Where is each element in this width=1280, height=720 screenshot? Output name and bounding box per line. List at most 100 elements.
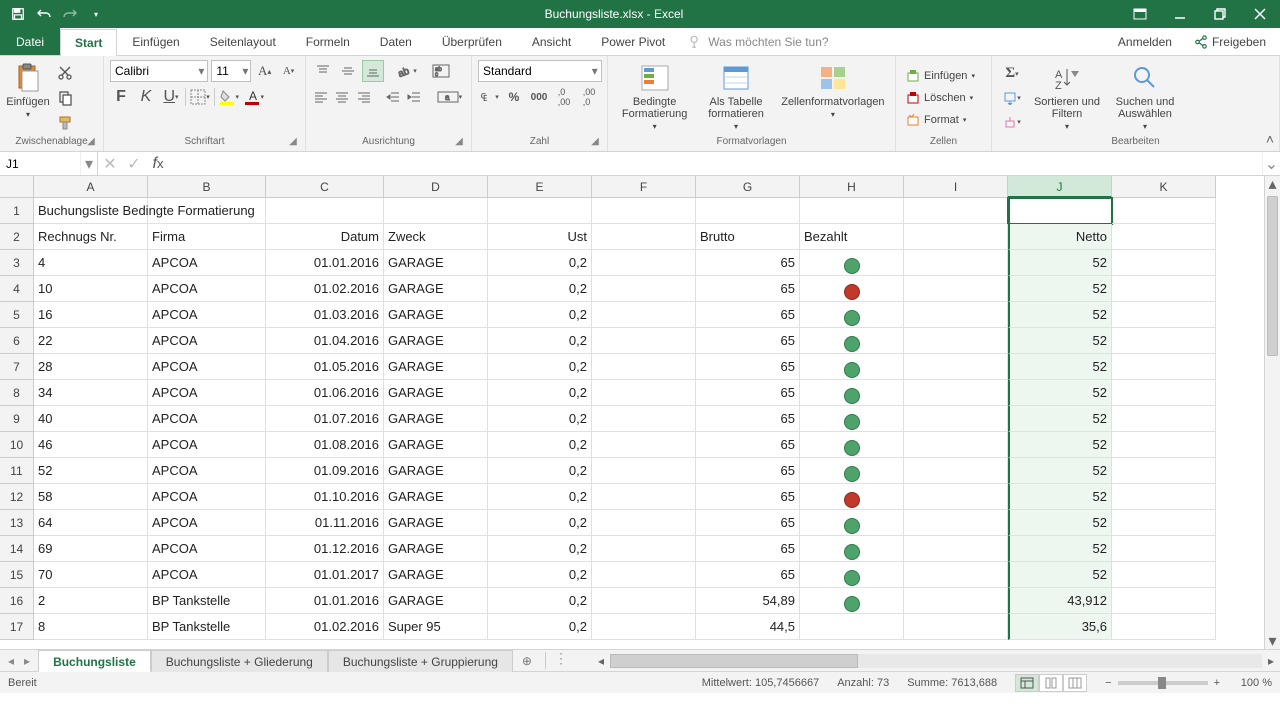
- cell-D7[interactable]: GARAGE: [384, 354, 488, 380]
- cell-I7[interactable]: [904, 354, 1008, 380]
- cell-D3[interactable]: GARAGE: [384, 250, 488, 276]
- cell-E14[interactable]: 0,2: [488, 536, 592, 562]
- ribbon-tab-start[interactable]: Start: [60, 29, 117, 56]
- align-middle-icon[interactable]: [337, 60, 359, 82]
- cell-D5[interactable]: GARAGE: [384, 302, 488, 328]
- column-header-G[interactable]: G: [696, 176, 800, 198]
- ribbon-tab-überprüfen[interactable]: Überprüfen: [427, 28, 517, 55]
- cell-E1[interactable]: [488, 198, 592, 224]
- sign-in-link[interactable]: Anmelden: [1108, 28, 1182, 55]
- align-top-icon[interactable]: [312, 60, 334, 82]
- cell-styles-button[interactable]: Zellenformatvorlagen▾: [777, 60, 889, 135]
- cell-I16[interactable]: [904, 588, 1008, 614]
- cell-E12[interactable]: 0,2: [488, 484, 592, 510]
- tab-scroll-left-icon[interactable]: ◂: [8, 654, 14, 668]
- format-cells-button[interactable]: Format ▾: [902, 110, 979, 130]
- cell-G2[interactable]: Brutto: [696, 224, 800, 250]
- cell-H15[interactable]: [800, 562, 904, 588]
- cell-I9[interactable]: [904, 406, 1008, 432]
- cell-J11[interactable]: 52: [1008, 458, 1112, 484]
- qat-customize-icon[interactable]: ▾: [84, 3, 108, 25]
- italic-icon[interactable]: K: [135, 86, 157, 108]
- cell-C14[interactable]: 01.12.2016: [266, 536, 384, 562]
- column-header-A[interactable]: A: [34, 176, 148, 198]
- cell-B17[interactable]: BP Tankstelle: [148, 614, 266, 640]
- file-tab[interactable]: Datei: [0, 28, 60, 55]
- ribbon-tab-daten[interactable]: Daten: [365, 28, 427, 55]
- cell-F5[interactable]: [592, 302, 696, 328]
- cell-C11[interactable]: 01.09.2016: [266, 458, 384, 484]
- cell-C10[interactable]: 01.08.2016: [266, 432, 384, 458]
- cell-F11[interactable]: [592, 458, 696, 484]
- cell-H4[interactable]: [800, 276, 904, 302]
- cell-H3[interactable]: [800, 250, 904, 276]
- cell-G14[interactable]: 65: [696, 536, 800, 562]
- ribbon-tab-formeln[interactable]: Formeln: [291, 28, 365, 55]
- align-bottom-icon[interactable]: [362, 60, 384, 82]
- ribbon-tab-einfügen[interactable]: Einfügen: [117, 28, 194, 55]
- sort-filter-button[interactable]: AZ Sortieren und Filtern▾: [1030, 60, 1104, 135]
- cell-I11[interactable]: [904, 458, 1008, 484]
- cell-H2[interactable]: Bezahlt: [800, 224, 904, 250]
- increase-indent-icon[interactable]: [405, 86, 423, 108]
- cell-I8[interactable]: [904, 380, 1008, 406]
- cell-I14[interactable]: [904, 536, 1008, 562]
- cell-K5[interactable]: [1112, 302, 1216, 328]
- conditional-formatting-button[interactable]: Bedingte Formatierung▾: [614, 60, 695, 135]
- cell-K14[interactable]: [1112, 536, 1216, 562]
- cell-B1[interactable]: [148, 198, 266, 224]
- fill-icon[interactable]: ▾: [998, 87, 1026, 109]
- cell-G11[interactable]: 65: [696, 458, 800, 484]
- cell-G8[interactable]: 65: [696, 380, 800, 406]
- share-button[interactable]: Freigeben: [1184, 28, 1276, 55]
- column-header-I[interactable]: I: [904, 176, 1008, 198]
- font-size-combo[interactable]: ▾: [211, 60, 251, 82]
- cell-B10[interactable]: APCOA: [148, 432, 266, 458]
- row-header-12[interactable]: 12: [0, 484, 34, 510]
- bold-icon[interactable]: F: [110, 86, 132, 108]
- close-icon[interactable]: [1240, 0, 1280, 28]
- column-header-J[interactable]: J: [1008, 176, 1112, 198]
- paste-button[interactable]: Einfügen▾: [6, 60, 50, 135]
- cell-J17[interactable]: 35,6: [1008, 614, 1112, 640]
- cell-E15[interactable]: 0,2: [488, 562, 592, 588]
- cell-J8[interactable]: 52: [1008, 380, 1112, 406]
- cell-C6[interactable]: 01.04.2016: [266, 328, 384, 354]
- cell-J6[interactable]: 52: [1008, 328, 1112, 354]
- cell-H17[interactable]: [800, 614, 904, 640]
- cell-F14[interactable]: [592, 536, 696, 562]
- new-sheet-icon[interactable]: ⊕: [513, 650, 541, 671]
- cell-K10[interactable]: [1112, 432, 1216, 458]
- cell-H5[interactable]: [800, 302, 904, 328]
- horizontal-scrollbar-thumb[interactable]: [610, 654, 858, 668]
- cell-G13[interactable]: 65: [696, 510, 800, 536]
- cell-K11[interactable]: [1112, 458, 1216, 484]
- cell-F8[interactable]: [592, 380, 696, 406]
- cell-B12[interactable]: APCOA: [148, 484, 266, 510]
- cell-I17[interactable]: [904, 614, 1008, 640]
- cell-G6[interactable]: 65: [696, 328, 800, 354]
- undo-icon[interactable]: [32, 3, 56, 25]
- cell-G4[interactable]: 65: [696, 276, 800, 302]
- cell-I2[interactable]: [904, 224, 1008, 250]
- font-color-icon[interactable]: A▾: [243, 86, 265, 108]
- cell-A5[interactable]: 16: [34, 302, 148, 328]
- cell-G15[interactable]: 65: [696, 562, 800, 588]
- cell-I1[interactable]: [904, 198, 1008, 224]
- cell-A7[interactable]: 28: [34, 354, 148, 380]
- normal-view-icon[interactable]: [1015, 674, 1039, 692]
- cell-J3[interactable]: 52: [1008, 250, 1112, 276]
- cell-F7[interactable]: [592, 354, 696, 380]
- cell-C7[interactable]: 01.05.2016: [266, 354, 384, 380]
- cell-A13[interactable]: 64: [34, 510, 148, 536]
- orientation-icon[interactable]: ab▾: [396, 60, 418, 82]
- column-header-B[interactable]: B: [148, 176, 266, 198]
- cell-B7[interactable]: APCOA: [148, 354, 266, 380]
- number-launcher-icon[interactable]: ◢: [589, 135, 601, 147]
- name-box[interactable]: ▾: [0, 152, 98, 175]
- column-header-C[interactable]: C: [266, 176, 384, 198]
- cell-E13[interactable]: 0,2: [488, 510, 592, 536]
- align-left-icon[interactable]: [312, 86, 330, 108]
- cell-C1[interactable]: [266, 198, 384, 224]
- borders-icon[interactable]: ▾: [189, 86, 211, 108]
